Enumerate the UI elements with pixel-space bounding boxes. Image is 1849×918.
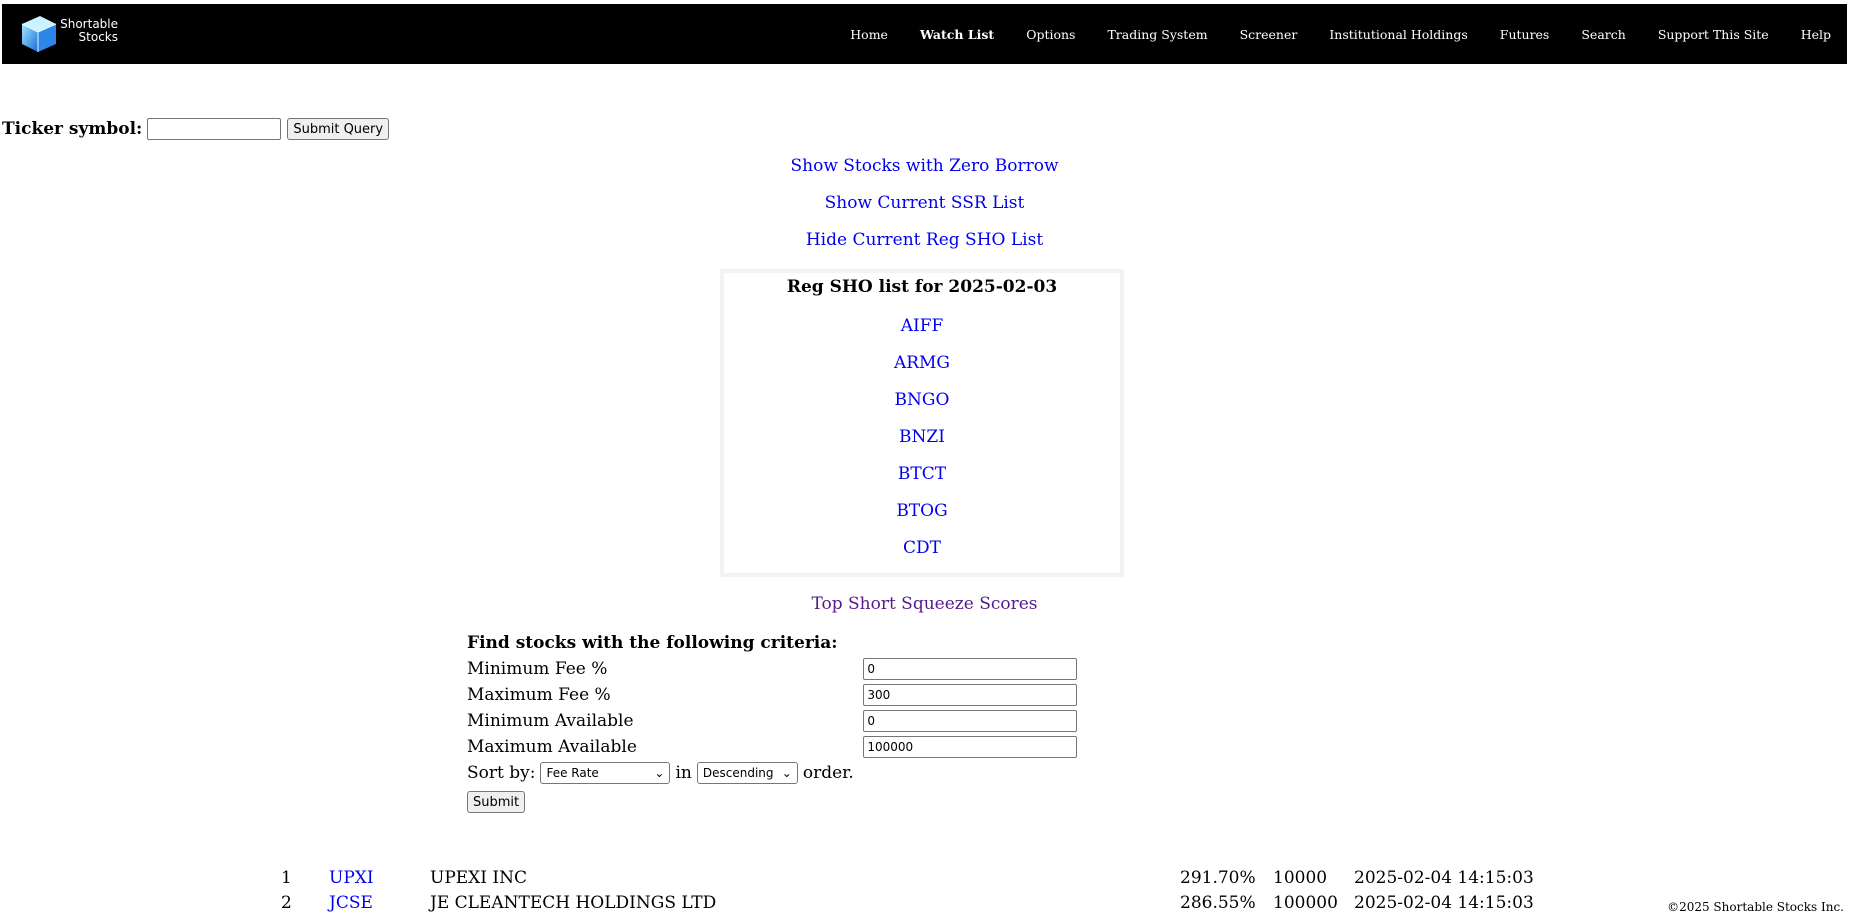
min-available-label: Minimum Available <box>467 711 634 731</box>
nav-screener[interactable]: Screener <box>1240 27 1298 42</box>
chevron-down-icon: ⌄ <box>654 766 665 780</box>
nav-watch-list[interactable]: Watch List <box>920 27 994 42</box>
reg-sho-ticker-link[interactable]: ARMG <box>724 353 1120 390</box>
result-available: 10000 <box>1273 868 1328 888</box>
submit-query-button[interactable]: Submit Query <box>287 118 390 140</box>
criteria-title: Find stocks with the following criteria: <box>467 633 838 653</box>
max-available-row: Maximum Available <box>467 734 1077 760</box>
top-navigation-bar: Shortable Stocks Home Watch List Options… <box>2 4 1847 64</box>
min-fee-label: Minimum Fee % <box>467 659 608 679</box>
max-fee-row: Maximum Fee % <box>467 682 1077 708</box>
result-name: JE CLEANTECH HOLDINGS LTD <box>430 893 717 913</box>
sort-row: Sort by: Fee Rate ⌄ in Descending ⌄ orde… <box>467 760 1077 786</box>
chevron-down-icon: ⌄ <box>781 766 792 780</box>
reg-sho-ticker-link[interactable]: AIFF <box>724 316 1120 353</box>
order-value: Descending <box>702 766 774 780</box>
result-available: 100000 <box>1273 893 1338 913</box>
logo-line2: Stocks <box>78 30 118 44</box>
reg-sho-list: AIFF ARMG BNGO BNZI BTCT BTOG CDT <box>724 316 1120 575</box>
nav-options[interactable]: Options <box>1026 27 1075 42</box>
max-available-input[interactable] <box>863 736 1077 758</box>
reg-sho-ticker-link[interactable]: BNGO <box>724 390 1120 427</box>
nav-help[interactable]: Help <box>1801 27 1831 42</box>
order-label: order. <box>802 763 854 783</box>
reg-sho-ticker-link[interactable]: BTOG <box>724 501 1120 538</box>
ticker-label: Ticker symbol: <box>2 119 143 139</box>
logo-text[interactable]: Shortable Stocks <box>58 18 118 44</box>
zero-borrow-link[interactable]: Show Stocks with Zero Borrow <box>0 156 1849 176</box>
in-label: in <box>675 763 692 783</box>
ticker-form: Ticker symbol: Submit Query <box>2 118 390 140</box>
criteria-submit-button[interactable]: Submit <box>467 791 526 813</box>
max-fee-label: Maximum Fee % <box>467 685 611 705</box>
result-rank: 1 <box>281 868 292 888</box>
submit-row: Submit <box>467 788 1077 816</box>
min-fee-row: Minimum Fee % <box>467 656 1077 682</box>
ssr-list-link[interactable]: Show Current SSR List <box>0 193 1849 213</box>
sort-by-select[interactable]: Fee Rate ⌄ <box>540 762 671 784</box>
copyright-notice: ©2025 Shortable Stocks Inc. <box>1667 900 1844 914</box>
reg-sho-toggle-link[interactable]: Hide Current Reg SHO List <box>0 230 1849 250</box>
reg-sho-ticker-link[interactable]: BNZI <box>724 427 1120 464</box>
result-fee: 286.55% <box>1180 893 1256 913</box>
result-timestamp: 2025-02-04 14:15:03 <box>1354 868 1534 888</box>
short-squeeze-scores-link[interactable]: Top Short Squeeze Scores <box>0 594 1849 614</box>
reg-sho-ticker-link[interactable]: BTCT <box>724 464 1120 501</box>
nav-home[interactable]: Home <box>850 27 888 42</box>
nav-trading-system[interactable]: Trading System <box>1107 27 1207 42</box>
results-table: 1 UPXI UPEXI INC 291.70% 10000 2025-02-0… <box>0 868 1849 918</box>
sort-label: Sort by: <box>467 763 536 783</box>
main-nav: Home Watch List Options Trading System S… <box>834 4 1847 64</box>
min-available-row: Minimum Available <box>467 708 1077 734</box>
max-available-label: Maximum Available <box>467 737 637 757</box>
result-fee: 291.70% <box>1180 868 1256 888</box>
nav-search[interactable]: Search <box>1581 27 1625 42</box>
result-timestamp: 2025-02-04 14:15:03 <box>1354 893 1534 913</box>
cube-logo-icon[interactable] <box>14 10 62 58</box>
result-symbol-link[interactable]: JCSE <box>329 893 373 913</box>
result-rank: 2 <box>281 893 292 913</box>
nav-futures[interactable]: Futures <box>1500 27 1550 42</box>
order-select[interactable]: Descending ⌄ <box>696 762 798 784</box>
min-fee-input[interactable] <box>863 658 1077 680</box>
table-row: 1 UPXI UPEXI INC 291.70% 10000 2025-02-0… <box>0 868 1849 893</box>
result-symbol-link[interactable]: UPXI <box>329 868 374 888</box>
ticker-input[interactable] <box>147 118 282 140</box>
min-available-input[interactable] <box>863 710 1077 732</box>
max-fee-input[interactable] <box>863 684 1077 706</box>
reg-sho-title: Reg SHO list for 2025-02-03 <box>786 277 1058 297</box>
result-name: UPEXI INC <box>430 868 527 888</box>
reg-sho-ticker-link[interactable]: CDT <box>724 538 1120 575</box>
sort-by-value: Fee Rate <box>546 766 599 780</box>
table-row: 2 JCSE JE CLEANTECH HOLDINGS LTD 286.55%… <box>0 893 1849 918</box>
nav-institutional-holdings[interactable]: Institutional Holdings <box>1329 27 1467 42</box>
nav-support-this-site[interactable]: Support This Site <box>1658 27 1769 42</box>
criteria-form: Find stocks with the following criteria:… <box>467 632 1077 816</box>
reg-sho-panel: Reg SHO list for 2025-02-03 AIFF ARMG BN… <box>720 269 1124 577</box>
